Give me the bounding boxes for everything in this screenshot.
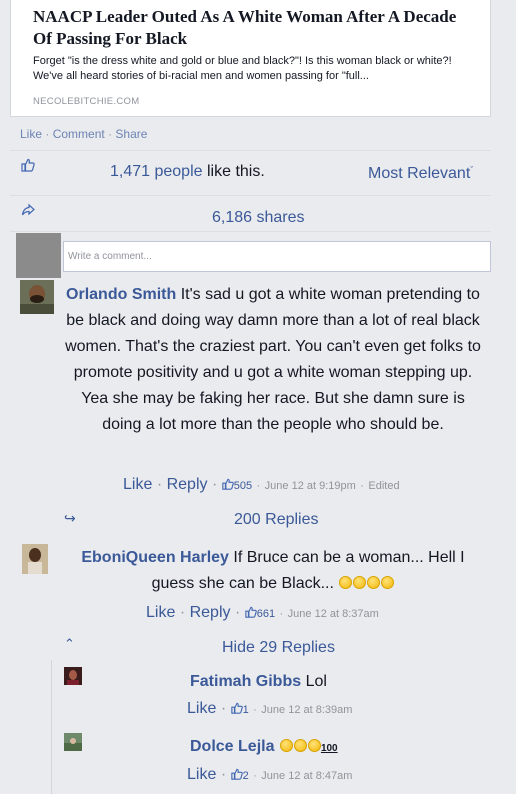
- divider: [10, 150, 491, 151]
- thumbs-up-icon: [222, 478, 234, 490]
- divider: [10, 231, 491, 232]
- view-replies-link[interactable]: 200 Replies: [234, 511, 319, 529]
- shares-count[interactable]: 6,186 shares: [212, 209, 305, 227]
- hundred-points-icon: 100: [320, 743, 338, 754]
- share-link[interactable]: Share: [115, 127, 147, 141]
- thumbs-up-icon: [230, 702, 243, 714]
- sort-dropdown[interactable]: Most Relevantˇ: [368, 165, 473, 183]
- likes-suffix: like this.: [206, 163, 265, 180]
- comment-like-link[interactable]: Like: [123, 476, 152, 493]
- link-domain: NECOLEBITCHIE.COM: [33, 96, 140, 107]
- comment-like-link[interactable]: Like: [146, 604, 175, 621]
- reply-meta: Like · 1 · June 12 at 8:39am: [187, 700, 353, 717]
- grinning-face-icon: [279, 739, 293, 752]
- comment-text: It's sad u got a white woman pretending …: [65, 286, 481, 433]
- reply-like-count[interactable]: 2: [243, 770, 249, 782]
- link-title[interactable]: NAACP Leader Outed As A White Woman Afte…: [33, 6, 473, 50]
- avatar[interactable]: [64, 733, 82, 751]
- separator: ·: [45, 127, 50, 141]
- reply-timestamp[interactable]: June 12 at 8:47am: [261, 770, 352, 782]
- avatar[interactable]: [64, 667, 82, 685]
- comment-like-count[interactable]: 661: [257, 608, 275, 620]
- avatar[interactable]: [20, 280, 54, 314]
- thumbs-up-icon: [21, 158, 35, 172]
- comment-meta: Like · Reply · 661 · June 12 at 8:37am: [146, 604, 379, 621]
- link-preview-card[interactable]: NAACP Leader Outed As A White Woman Afte…: [10, 0, 491, 117]
- comment-timestamp[interactable]: June 12 at 9:19pm: [265, 480, 356, 492]
- reply-like-link[interactable]: Like: [187, 766, 216, 783]
- thumbs-up-icon: [230, 768, 243, 780]
- thumbs-up-icon: [245, 606, 257, 618]
- comment-reply-link[interactable]: Reply: [190, 604, 231, 621]
- comment-author[interactable]: EboniQueen Harley: [81, 549, 229, 566]
- grinning-face-icon: [381, 576, 395, 589]
- comment-like-count[interactable]: 505: [234, 480, 252, 492]
- reply-body: Dolce Lejla 100: [190, 734, 390, 762]
- avatar[interactable]: [22, 544, 48, 574]
- current-user-avatar: [16, 233, 61, 278]
- grinning-face-icon: [339, 576, 353, 589]
- hide-replies-link[interactable]: Hide 29 Replies: [222, 639, 335, 657]
- reply-arrow-icon: ↪: [64, 510, 76, 526]
- comment-reply-link[interactable]: Reply: [167, 476, 208, 493]
- share-arrow-icon: [21, 203, 35, 216]
- link-description: Forget "is the dress white and gold or b…: [33, 55, 452, 82]
- like-link[interactable]: Like: [20, 127, 42, 141]
- reply-author[interactable]: Dolce Lejla: [190, 738, 274, 755]
- likes-count[interactable]: 1,471 people: [110, 163, 203, 180]
- edited-label[interactable]: Edited: [368, 480, 399, 492]
- grinning-face-icon: [367, 576, 381, 589]
- sort-label: Most Relevant: [368, 165, 471, 182]
- reply-like-count[interactable]: 1: [243, 704, 249, 716]
- chevron-up-icon[interactable]: ⌃: [64, 636, 75, 652]
- separator: ·: [108, 127, 113, 141]
- comment-body: Orlando Smith It's sad u got a white wom…: [60, 282, 486, 438]
- comment-timestamp[interactable]: June 12 at 8:37am: [288, 608, 379, 620]
- chevron-down-icon: ˇ: [470, 165, 474, 175]
- comment-meta: Like · Reply · 505 · June 12 at 9:19pm ·…: [123, 476, 400, 493]
- post-actions: Like · Comment · Share: [20, 127, 147, 141]
- comment-author[interactable]: Orlando Smith: [66, 286, 176, 303]
- comment-body: EboniQueen Harley If Bruce can be a woma…: [60, 545, 486, 597]
- divider: [10, 195, 491, 196]
- reply-body: Fatimah Gibbs Lol: [190, 669, 360, 695]
- comment-link[interactable]: Comment: [53, 127, 105, 141]
- grinning-face-icon: [307, 739, 321, 752]
- reply-meta: Like · 2 · June 12 at 8:47am: [187, 766, 353, 783]
- reply-text: Lol: [305, 673, 327, 690]
- reply-author[interactable]: Fatimah Gibbs: [190, 673, 301, 690]
- comment-input[interactable]: Write a comment...: [63, 241, 491, 272]
- grinning-face-icon: [293, 739, 307, 752]
- reply-timestamp[interactable]: June 12 at 8:39am: [261, 704, 352, 716]
- likes-summary[interactable]: 1,471 people like this.: [110, 163, 265, 181]
- reply-like-link[interactable]: Like: [187, 700, 216, 717]
- grinning-face-icon: [353, 576, 367, 589]
- reply-thread-line: [51, 660, 52, 794]
